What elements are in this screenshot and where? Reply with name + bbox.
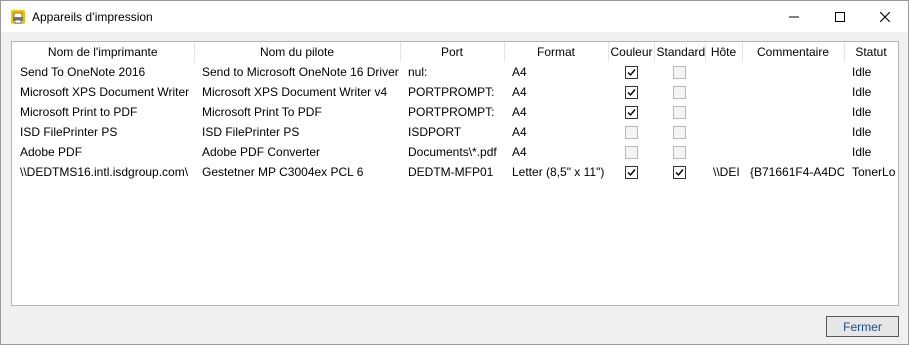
cell-driver: Microsoft XPS Document Writer v4 (202, 85, 388, 99)
cell-format: A4 (512, 125, 527, 139)
cell-host (705, 122, 742, 142)
cell-format: Letter (8,5" x 11") (512, 165, 605, 179)
cell-format: A4 (512, 145, 527, 159)
cell-format: A4 (512, 85, 527, 99)
standard-checkbox[interactable] (673, 106, 686, 120)
cell-comment (742, 142, 844, 162)
cell-status: Idle (852, 65, 872, 79)
cell-driver: Microsoft Print To PDF (202, 105, 322, 119)
cell-name: Microsoft XPS Document Writer (20, 85, 190, 99)
cell-driver: Adobe PDF Converter (202, 145, 321, 159)
column-header-host[interactable]: Hôte (705, 42, 743, 62)
column-header-status[interactable]: Statut (844, 42, 898, 62)
cell-status: TonerLo (852, 165, 896, 179)
cell-host (705, 102, 742, 122)
standard-checkbox-cell (654, 122, 705, 142)
standard-checkbox-cell (654, 162, 705, 182)
color-checkbox-cell (608, 162, 654, 182)
column-header-standard[interactable]: Standard (654, 42, 706, 62)
cell-name: \\DEDTMS16.intl.isdgroup.com\ (20, 165, 189, 179)
color-checkbox-cell (608, 82, 654, 102)
table-row[interactable]: \\DEDTMS16.intl.isdgroup.com\ Gestetner M… (12, 162, 898, 182)
cell-port: Documents\*.pdf (408, 145, 497, 159)
cell-port: ISDPORT (408, 125, 462, 139)
table-row[interactable]: Adobe PDF Adobe PDF Converter Documents\*.… (12, 142, 898, 162)
standard-checkbox[interactable] (673, 146, 686, 160)
color-checkbox[interactable] (624, 106, 638, 120)
close-button[interactable]: Fermer (826, 316, 899, 337)
column-header-port[interactable]: Port (400, 42, 505, 62)
cell-status: Idle (852, 125, 872, 139)
standard-checkbox[interactable] (673, 86, 686, 100)
column-header-format[interactable]: Format (504, 42, 609, 62)
cell-driver: Send to Microsoft OneNote 16 Driver (202, 65, 399, 79)
minimize-icon (789, 16, 799, 17)
column-header-driver[interactable]: Nom du pilote (194, 42, 401, 62)
maximize-icon (835, 11, 845, 22)
cell-name: ISD FilePrinter PS (20, 125, 118, 139)
color-checkbox[interactable] (624, 86, 638, 100)
standard-checkbox-cell (654, 142, 705, 162)
color-checkbox-cell (608, 142, 654, 162)
cell-host: \\DEI (713, 165, 740, 179)
column-header-color[interactable]: Couleur (608, 42, 655, 62)
standard-checkbox-cell (654, 62, 705, 82)
cell-comment (742, 122, 844, 142)
standard-checkbox[interactable] (673, 166, 686, 180)
cell-comment (742, 82, 844, 102)
cell-name: Microsoft Print to PDF (20, 105, 138, 119)
standard-checkbox-cell (654, 102, 705, 122)
cell-port: DEDTM-MFP01 (408, 165, 494, 179)
window-title: Appareils d’impression (32, 10, 153, 24)
color-checkbox[interactable] (624, 126, 638, 140)
cell-port: PORTPROMPT: (408, 105, 495, 119)
cell-port: nul: (408, 65, 428, 79)
title-bar: Appareils d’impression (1, 1, 908, 32)
cell-status: Idle (852, 145, 872, 159)
cell-comment: {B71661F4-A4DC (750, 165, 844, 179)
cell-driver: Gestetner MP C3004ex PCL 6 (202, 165, 364, 179)
cell-comment (742, 102, 844, 122)
column-header-comment[interactable]: Commentaire (742, 42, 845, 62)
maximize-button[interactable] (817, 1, 863, 32)
app-icon (10, 9, 26, 25)
color-checkbox-cell (608, 62, 654, 82)
close-window-button[interactable] (862, 1, 908, 32)
cell-port: PORTPROMPT: (408, 85, 495, 99)
color-checkbox-cell (608, 102, 654, 122)
table-row[interactable]: Send To OneNote 2016 Send to Microsoft On… (12, 62, 898, 82)
cell-driver: ISD FilePrinter PS (202, 125, 300, 139)
cell-format: A4 (512, 105, 527, 119)
minimize-button[interactable] (771, 1, 817, 32)
color-checkbox[interactable] (624, 66, 638, 80)
cell-status: Idle (852, 85, 872, 99)
table-row[interactable]: Microsoft Print to PDF Microsoft Print To… (12, 102, 898, 122)
table-row[interactable]: ISD FilePrinter PS ISD FilePrinter PS ISDP… (12, 122, 898, 142)
color-checkbox[interactable] (624, 166, 638, 180)
cell-status: Idle (852, 105, 872, 119)
color-checkbox-cell (608, 122, 654, 142)
close-icon (880, 11, 890, 22)
cell-host (705, 82, 742, 102)
standard-checkbox-cell (654, 82, 705, 102)
cell-name: Adobe PDF (20, 145, 83, 159)
printer-devices-window: Appareils d’impression Nom de l'impriman… (0, 0, 909, 345)
standard-checkbox[interactable] (673, 66, 686, 80)
table-row[interactable]: Microsoft XPS Document Writer Microsoft X… (12, 82, 898, 102)
column-header-name[interactable]: Nom de l'imprimante (12, 42, 195, 62)
cell-host (705, 142, 742, 162)
color-checkbox[interactable] (624, 146, 638, 160)
cell-host (705, 62, 742, 82)
cell-name: Send To OneNote 2016 (20, 65, 146, 79)
cell-comment (742, 62, 844, 82)
table-header: Nom de l'imprimante Nom du pilote Port F… (12, 42, 898, 62)
printer-table[interactable]: Nom de l'imprimante Nom du pilote Port F… (11, 41, 899, 306)
cell-format: A4 (512, 65, 527, 79)
standard-checkbox[interactable] (673, 126, 686, 140)
